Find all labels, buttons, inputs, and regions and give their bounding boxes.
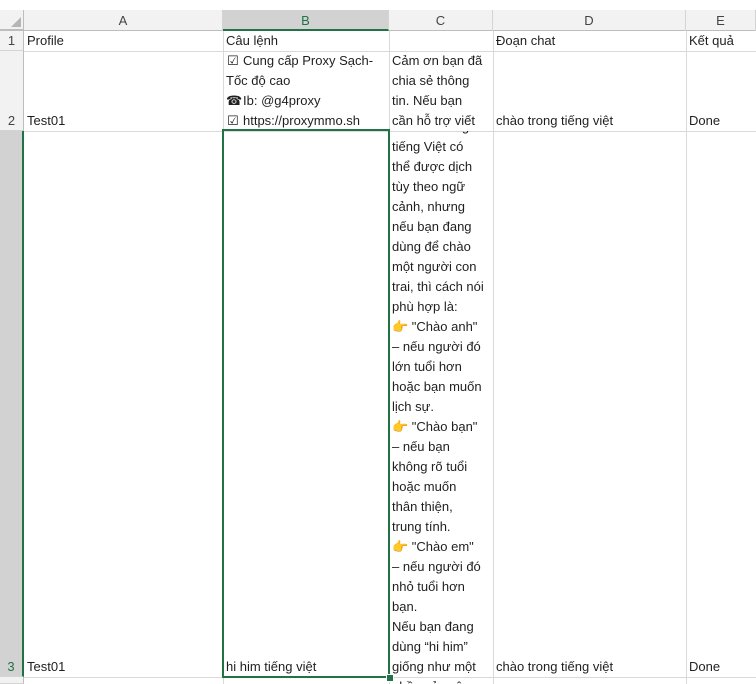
cell-c3-line: 👉 "Chào em" [392,539,474,554]
cell-d3-text: chào trong tiếng việt [496,659,614,674]
cell-c3-text: "hi him" trongtiếng Việt cóthể được dịch… [392,131,490,684]
cell-c2[interactable]: Cảm ơn bạn đã chia sẻ thông tin. Nếu bạn… [389,51,493,131]
cell-a3-text: Test01 [27,659,66,674]
cell-d2[interactable]: chào trong tiếng việt [493,51,686,131]
select-all-button[interactable] [0,10,24,30]
checkbox-icon: ☑ [227,53,239,68]
column-header-b[interactable]: B [223,10,389,31]
cell-d2-text: chào trong tiếng việt [496,113,614,128]
cell-e3-text: Done [689,659,721,674]
cell-b2-line: ☑ https://proxymmo.sh [226,111,386,131]
cell-c1[interactable] [389,31,493,51]
cell-selection-border [222,129,390,678]
cell-c3-line: giống như một [392,659,476,674]
select-all-triangle-icon [11,17,21,27]
cell-c2-line: cần hỗ trợ viết [392,113,475,128]
cell-e2[interactable]: Done [686,51,756,131]
cell-a3[interactable]: Test01 [24,131,223,677]
cell-c3-line: thân thiện, [392,499,453,514]
cell-c3-line: phần của câu [392,677,490,684]
row-header-4[interactable] [0,677,24,684]
cell-b2-line-text: Cung cấp Proxy Sạch- [243,53,374,68]
cell-b2-line: ☎Ib: @g4proxy [226,91,386,111]
cell-b2-line: ☑ Cung cấp Proxy Sạch- [226,51,386,71]
cell-c3-line: – nếu người đó [392,559,481,574]
cell-c3-line: một người con [392,259,477,274]
cell-c3-line: dùng “hi him” [392,639,468,654]
telephone-icon: ☎ [226,93,243,108]
cell-b2-line-text: Tốc độ cao [226,73,291,88]
column-header-e[interactable]: E [686,10,756,31]
cell-c2-line: tin. Nếu bạn [392,93,463,108]
cell-e3[interactable]: Done [686,131,756,677]
cell-c3-line: lịch sự. [392,399,434,414]
cell-e1[interactable]: Kết quả [686,31,756,51]
cell-c3-line: 👉 "Chào anh" [392,319,478,334]
cell-a1[interactable]: Profile [24,31,223,51]
cell-c3-line: hoặc bạn muốn [392,379,482,394]
cell-c3-line: nếu bạn đang [392,219,472,234]
row-header-3[interactable]: 3 [0,131,24,677]
cell-b2-line-text: Ib: @g4proxy [243,93,321,108]
cell-c3-line: 👉 "Chào bạn" [392,419,478,434]
fill-handle[interactable] [386,674,394,682]
column-header-c[interactable]: C [389,10,493,31]
column-header-d[interactable]: D [493,10,686,31]
cell-c3[interactable]: "hi him" trongtiếng Việt cóthể được dịch… [389,131,493,684]
spreadsheet-grid: A B C D E 1 2 3 Profile Câu lệnh Đoạn ch… [0,0,756,684]
cell-c2-line: chia sẻ thông [392,73,470,88]
cell-a2-text: Test01 [27,113,66,128]
cell-e2-text: Done [689,113,721,128]
cell-c2-line: Cảm ơn bạn đã [392,53,483,68]
cell-c3-line: thể được dịch [392,159,473,174]
cell-c3-line: trung tính. [392,519,451,534]
cell-b2-line-text: https://proxymmo.sh [243,113,361,128]
cell-b2-line: Tốc độ cao [226,71,386,91]
cell-c3-line: bạn. [392,599,418,614]
cell-c3-line: lớn tuổi hơn [392,359,462,374]
cell-c3-line: phù hợp là: [392,299,458,314]
cell-c3-line: dùng để chào [392,239,471,254]
cell-c3-line: hoặc muốn [392,479,457,494]
cell-c3-line: Nếu bạn đang [392,619,474,634]
checkbox-icon: ☑ [227,113,239,128]
column-header-a[interactable]: A [24,10,223,31]
cell-c3-line: không rõ tuổi [392,459,468,474]
row-header-2[interactable]: 2 [0,51,24,131]
cell-c3-line: cảnh, nhưng [392,199,466,214]
cell-c3-line: tùy theo ngữ [392,179,466,194]
cell-b2[interactable]: ☑ Cung cấp Proxy Sạch- Tốc độ cao ☎Ib: @g… [223,51,389,131]
cell-c3-line: tiếng Việt có [392,139,464,154]
cell-b1[interactable]: Câu lệnh [223,31,389,51]
cell-d1[interactable]: Đoạn chat [493,31,686,51]
cell-c3-line: – nếu bạn [392,439,450,454]
row-header-1[interactable]: 1 [0,31,24,51]
cell-c3-line: nhỏ tuổi hơn [392,579,465,594]
cell-a2[interactable]: Test01 [24,51,223,131]
cell-d3[interactable]: chào trong tiếng việt [493,131,686,677]
cell-c3-line: – nếu người đó [392,339,481,354]
cell-c3-line: trai, thì cách nói [392,279,484,294]
